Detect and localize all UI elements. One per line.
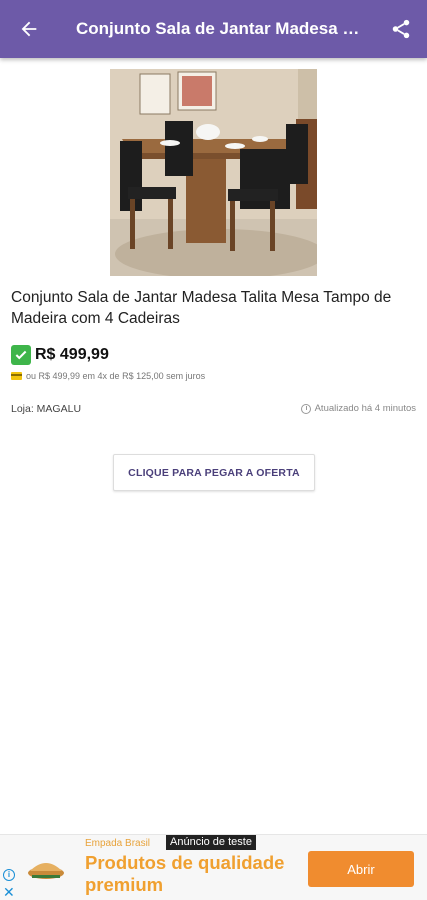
ad-banner[interactable]: Anúncio de teste i ✕ Empada Brasil Produ…: [0, 834, 427, 900]
ad-headline: Produtos de qualidade premium: [85, 852, 285, 895]
product-image: [110, 69, 317, 276]
get-offer-button[interactable]: CLIQUE PARA PEGAR A OFERTA: [113, 454, 315, 491]
ad-info-icon[interactable]: i: [3, 869, 15, 881]
store-label: Loja: MAGALU: [11, 403, 82, 415]
check-icon: [11, 345, 31, 365]
ad-close-icon[interactable]: ✕: [3, 885, 15, 899]
clock-icon: [300, 403, 311, 414]
test-ad-badge: Anúncio de teste: [166, 835, 256, 850]
share-icon: [392, 19, 410, 39]
installments-text: ou R$ 499,99 em 4x de R$ 125,00 sem juro…: [26, 371, 206, 381]
arrow-back-icon: [21, 21, 37, 37]
page-title: Conjunto Sala de Jantar Madesa Talita Me…: [76, 19, 375, 38]
updated-text: Atualizado há 4 minutos: [314, 403, 416, 414]
updated-info: Atualizado há 4 minutos: [300, 403, 416, 414]
price: R$ 499,99: [35, 346, 109, 363]
installments-row: ou R$ 499,99 em 4x de R$ 125,00 sem juro…: [11, 371, 205, 381]
share-button[interactable]: [375, 0, 427, 58]
app-bar: Conjunto Sala de Jantar Madesa Talita Me…: [0, 0, 427, 58]
price-row: R$ 499,99: [11, 345, 109, 365]
credit-card-icon: [11, 372, 22, 380]
ad-open-button[interactable]: Abrir: [308, 851, 414, 887]
product-title: Conjunto Sala de Jantar Madesa Talita Me…: [11, 289, 392, 327]
advertiser-logo: [24, 853, 68, 883]
advertiser-name: Empada Brasil: [85, 838, 151, 849]
back-button[interactable]: [0, 0, 58, 58]
